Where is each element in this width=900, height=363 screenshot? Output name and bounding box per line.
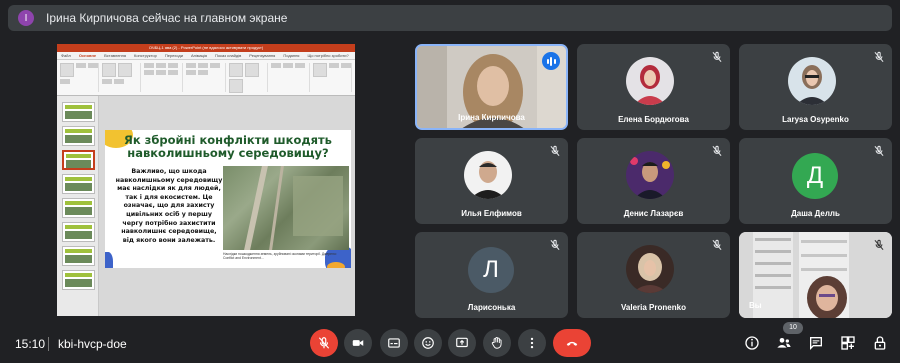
bottom-control-bar: 15:10 kbi-hvcp-doe <box>0 325 900 363</box>
mic-toggle-button[interactable] <box>310 329 338 357</box>
emoji-icon <box>422 337 434 349</box>
camera-toggle-button[interactable] <box>344 329 372 357</box>
present-now-button[interactable] <box>448 329 476 357</box>
ppt-window-title: OЧБЦ-1 ява (2) - PowerPoint (не вдалося … <box>57 44 355 52</box>
mic-off-icon <box>874 145 884 157</box>
lock-icon[interactable] <box>872 335 888 351</box>
participant-tile[interactable]: Д Даша Делль <box>739 138 892 224</box>
participant-name: Valeria Pronenko <box>621 303 686 312</box>
leave-call-button[interactable] <box>553 329 591 357</box>
ppt-menu-item: Основне <box>78 53 97 58</box>
clock: 15:10 <box>15 337 46 351</box>
participant-name: Larysa Osypenko <box>782 115 849 124</box>
meeting-code: kbi-hvcp-doe <box>58 337 127 351</box>
slide-caption: Наслідки пошкодження земель, зруйновані … <box>223 252 337 261</box>
mic-off-icon <box>874 51 884 63</box>
info-icon[interactable] <box>744 335 760 351</box>
ppt-menu-item: Показ слайдів <box>215 53 242 58</box>
slide-body: Важливо, що шкода навколишньому середови… <box>115 168 223 244</box>
captions-button[interactable] <box>380 329 408 357</box>
ppt-menu-bar: Файл Основне Вставлення Конструктор Пере… <box>57 52 355 60</box>
participant-tile[interactable]: Илья Елфимов <box>415 138 568 224</box>
participant-name: Денис Лазарєв <box>623 209 684 218</box>
raise-hand-button[interactable] <box>483 329 511 357</box>
mic-off-icon <box>874 239 884 251</box>
people-icon[interactable] <box>776 335 792 351</box>
participant-count-badge: 10 <box>783 322 803 334</box>
participant-name: Ларисонька <box>467 303 516 312</box>
raise-hand-icon <box>491 336 502 349</box>
ppt-menu-item: Анімація <box>190 53 208 58</box>
ppt-menu-item: Файл <box>61 53 71 58</box>
participant-name: Ірина Кирпичова <box>458 113 525 122</box>
mic-off-icon <box>712 239 722 251</box>
participant-name: Елена Бордюгова <box>618 115 689 124</box>
participant-photo <box>626 245 674 293</box>
hang-up-icon <box>566 341 578 346</box>
camera-icon <box>352 340 364 346</box>
slide-title: Як збройні конфлікти шкодять навколишньо… <box>124 133 332 160</box>
activities-icon[interactable] <box>840 335 856 351</box>
captions-icon <box>388 338 400 348</box>
participant-tile[interactable]: Л Ларисонька <box>415 232 568 318</box>
chat-icon[interactable] <box>808 335 824 351</box>
ppt-menu-item: Що потрібно зробити? <box>307 53 349 58</box>
ppt-slide-thumbnails <box>57 96 99 316</box>
mic-off-icon <box>550 239 560 251</box>
participant-photo <box>788 57 836 105</box>
mic-off-icon <box>712 51 722 63</box>
ppt-menu-item: Подання <box>283 53 300 58</box>
presenter-avatar: I <box>18 10 34 26</box>
participant-tile[interactable]: Valeria Pronenko <box>577 232 730 318</box>
participant-name: Даша Делль <box>791 209 840 218</box>
present-icon <box>456 337 468 348</box>
presenting-banner: I Ірина Кирпичова сейчас на главном экра… <box>8 5 892 31</box>
shared-screen[interactable]: OЧБЦ-1 ява (2) - PowerPoint (не вдалося … <box>57 44 355 316</box>
ppt-menu-item: Вставлення <box>104 53 126 58</box>
participant-name: Вы <box>749 301 762 310</box>
participant-photo <box>464 151 512 199</box>
participant-tile[interactable]: Larysa Osypenko <box>739 44 892 130</box>
participant-initial-avatar: Д <box>792 153 838 199</box>
participant-tile[interactable]: Денис Лазарєв <box>577 138 730 224</box>
more-options-icon <box>530 337 534 349</box>
mic-off-icon <box>318 337 330 349</box>
mic-off-icon <box>712 145 722 157</box>
participant-photo <box>626 57 674 105</box>
slide-aerial-photo <box>223 166 349 250</box>
presenting-text: Ірина Кирпичова сейчас на главном экране <box>46 11 288 25</box>
ppt-menu-item: Конструктор <box>134 53 157 58</box>
participant-name: Илья Елфимов <box>461 209 522 218</box>
ppt-menu-item: Рецензування <box>249 53 276 58</box>
ppt-menu-item: Переходи <box>164 53 183 58</box>
participant-initial-avatar: Л <box>468 247 514 293</box>
speaking-indicator-icon <box>542 52 560 70</box>
participant-tile[interactable]: Ірина Кирпичова <box>415 44 568 130</box>
participant-tile[interactable]: Вы <box>739 232 892 318</box>
divider <box>48 337 49 351</box>
ppt-slide: Як збройні конфлікти шкодять навколишньо… <box>105 130 351 268</box>
emoji-reactions-button[interactable] <box>414 329 442 357</box>
more-options-button[interactable] <box>518 329 546 357</box>
ppt-ribbon <box>57 60 355 96</box>
mic-off-icon <box>550 145 560 157</box>
participant-tile[interactable]: Елена Бордюгова <box>577 44 730 130</box>
participant-photo <box>626 151 674 199</box>
